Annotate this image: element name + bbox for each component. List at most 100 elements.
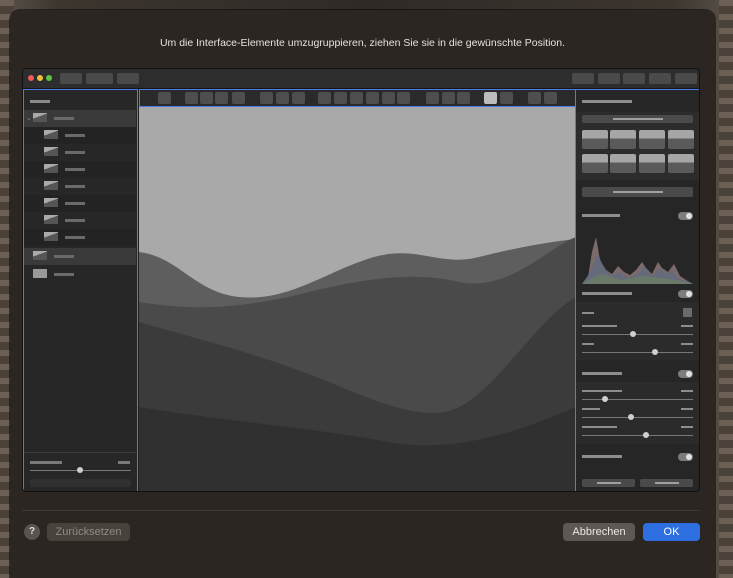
inspector-footer-button[interactable]	[582, 479, 635, 487]
tool-button[interactable]	[544, 92, 557, 104]
adjustment-slider-knob[interactable]	[630, 331, 636, 337]
help-icon[interactable]: ?	[24, 524, 40, 540]
preset-thumbnail[interactable]	[668, 154, 694, 173]
titlebar-button[interactable]	[117, 73, 139, 84]
adjustment-label	[582, 312, 594, 314]
section-toggle[interactable]	[678, 370, 693, 378]
adjustment-section	[576, 382, 699, 444]
tool-button[interactable]	[318, 92, 331, 104]
list-item-label	[54, 255, 74, 258]
tool-button[interactable]	[215, 92, 228, 104]
search-field[interactable]	[30, 479, 131, 487]
adjustment-section	[576, 302, 699, 360]
preset-thumbnail[interactable]	[582, 130, 608, 149]
adjustment-value	[681, 408, 693, 410]
app-preview: ⌄	[22, 68, 700, 492]
list-item-label	[65, 134, 85, 137]
list-item[interactable]	[24, 248, 136, 265]
tool-button[interactable]	[232, 92, 245, 104]
list-item[interactable]	[24, 266, 136, 283]
adjustment-slider-knob[interactable]	[652, 349, 658, 355]
preset-thumbnail[interactable]	[610, 154, 636, 173]
sidebar-group[interactable]: ⌄	[23, 89, 138, 491]
reset-button[interactable]: Zurücksetzen	[47, 523, 130, 541]
list-item[interactable]	[24, 195, 136, 212]
titlebar-button[interactable]	[86, 73, 113, 84]
adjustment-slider-track[interactable]	[582, 334, 693, 335]
tool-button[interactable]	[292, 92, 305, 104]
tool-button[interactable]	[276, 92, 289, 104]
list-item[interactable]	[24, 229, 136, 246]
tool-button-active[interactable]	[484, 92, 497, 104]
titlebar-button[interactable]	[572, 73, 594, 84]
tool-button[interactable]	[382, 92, 395, 104]
tool-button[interactable]	[426, 92, 439, 104]
size-value	[118, 461, 130, 464]
adjustment-slider-track[interactable]	[582, 399, 693, 400]
inspector-footer-button[interactable]	[640, 479, 693, 487]
preset-thumbnail[interactable]	[639, 154, 665, 173]
tool-button[interactable]	[200, 92, 213, 104]
titlebar-button[interactable]	[675, 73, 697, 84]
adjustment-value	[681, 343, 693, 345]
tool-button[interactable]	[457, 92, 470, 104]
titlebar-button[interactable]	[598, 73, 620, 84]
adjustment-label	[582, 408, 600, 410]
preset-thumbnail[interactable]	[668, 130, 694, 149]
section-label	[582, 214, 620, 217]
zoom-icon	[46, 75, 52, 81]
tool-button[interactable]	[260, 92, 273, 104]
tool-button[interactable]	[366, 92, 379, 104]
tool-button[interactable]	[158, 92, 171, 104]
section-label	[582, 372, 622, 375]
tool-button[interactable]	[185, 92, 198, 104]
section-label	[582, 455, 622, 458]
inspector-group[interactable]	[575, 89, 699, 491]
adjustment-slider-track[interactable]	[582, 435, 693, 436]
adjustment-slider-track[interactable]	[582, 352, 693, 353]
adjustment-slider-track[interactable]	[582, 417, 693, 418]
tool-bar-group[interactable]	[139, 89, 576, 107]
preset-thumbnail[interactable]	[610, 130, 636, 149]
list-item-label	[65, 168, 85, 171]
tool-button[interactable]	[397, 92, 410, 104]
list-item[interactable]	[24, 161, 136, 178]
section-toggle[interactable]	[678, 212, 693, 220]
size-slider-knob[interactable]	[77, 467, 83, 473]
tool-button[interactable]	[528, 92, 541, 104]
adjustment-slider-knob[interactable]	[643, 432, 649, 438]
list-item[interactable]	[24, 212, 136, 229]
ok-button[interactable]: OK	[643, 523, 700, 541]
landscape-image	[139, 237, 576, 491]
tool-button[interactable]	[442, 92, 455, 104]
tool-button[interactable]	[350, 92, 363, 104]
list-item[interactable]	[24, 144, 136, 161]
auto-button[interactable]	[582, 187, 693, 197]
list-item-label	[54, 117, 74, 120]
adjustment-slider-knob[interactable]	[628, 414, 634, 420]
thumbnail	[44, 232, 58, 241]
tool-button[interactable]	[334, 92, 347, 104]
titlebar-button[interactable]	[623, 73, 645, 84]
preset-thumbnail[interactable]	[582, 154, 608, 173]
title-bar	[23, 69, 699, 89]
list-item[interactable]	[24, 127, 136, 144]
adjustment-value	[681, 426, 693, 428]
preset-thumbnail[interactable]	[639, 130, 665, 149]
cancel-button[interactable]: Abbrechen	[563, 523, 635, 541]
adjustment-slider-knob[interactable]	[602, 396, 608, 402]
adjustment-label	[582, 426, 617, 428]
instruction-text: Um die Interface-Elemente umzugruppieren…	[159, 37, 566, 49]
presets-dropdown[interactable]	[582, 115, 693, 123]
tool-button[interactable]	[500, 92, 513, 104]
section-toggle[interactable]	[678, 453, 693, 461]
titlebar-button[interactable]	[60, 73, 82, 84]
list-item[interactable]	[24, 178, 136, 195]
titlebar-button[interactable]	[649, 73, 671, 84]
section-toggle[interactable]	[678, 290, 693, 298]
adjustment-value	[681, 390, 693, 392]
list-item-label	[65, 236, 85, 239]
picker-button[interactable]	[683, 308, 692, 317]
thumbnail	[44, 181, 58, 190]
list-item[interactable]: ⌄	[24, 110, 136, 127]
